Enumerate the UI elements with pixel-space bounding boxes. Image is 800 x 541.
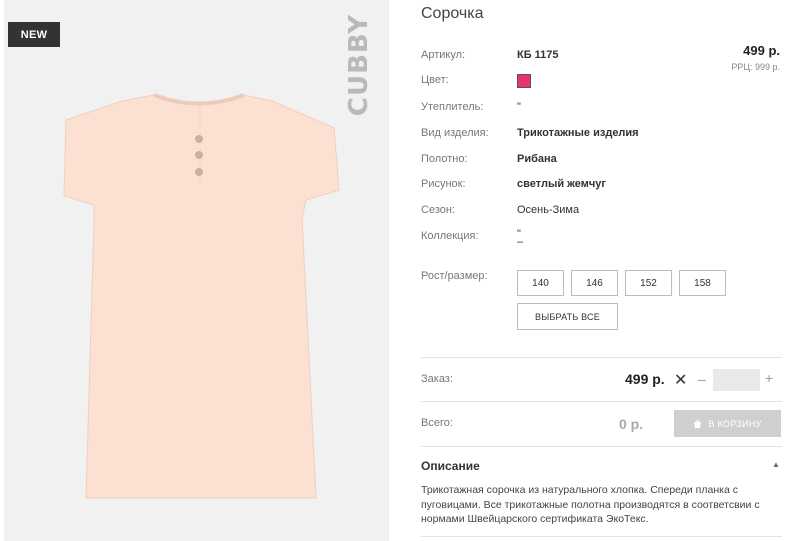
shirt-button-1 [195, 135, 203, 143]
add-to-cart-label: В КОРЗИНУ [708, 418, 762, 429]
size-option-158[interactable]: 158 [679, 270, 726, 296]
season-label: Сезон: [421, 204, 455, 216]
divider [421, 357, 782, 358]
fabric-value: Рибана [517, 153, 557, 165]
article-value: КБ 1175 [517, 49, 559, 61]
divider [421, 446, 782, 447]
product-title: Сорочка [421, 5, 484, 22]
fabric-label: Полотно: [421, 153, 468, 165]
select-all-sizes-button[interactable]: ВЫБРАТЬ ВСЕ [517, 303, 618, 330]
color-swatch[interactable] [517, 74, 531, 88]
collapse-up-icon[interactable]: ▲ [772, 460, 780, 469]
divider [421, 536, 782, 537]
color-label: Цвет: [421, 74, 449, 86]
product-photo[interactable]: NEW CUBBY [4, 0, 389, 541]
order-label: Заказ: [421, 373, 453, 385]
size-option-152[interactable]: 152 [625, 270, 672, 296]
brand-logo-text: CUBBY [344, 13, 375, 117]
product-type-value: Трикотажные изделия [517, 127, 639, 139]
size-option-140[interactable]: 140 [517, 270, 564, 296]
shirt-button-2 [195, 151, 203, 159]
order-price: 499 р. [625, 371, 665, 387]
collection-value-2: – [517, 236, 524, 248]
size-label: Рост/размер: [421, 270, 488, 282]
add-to-cart-button[interactable]: В КОРЗИНУ [674, 410, 781, 437]
decrease-quantity-button[interactable]: – [698, 371, 706, 387]
insulation-value: " [517, 101, 521, 113]
cart-icon [694, 419, 702, 428]
article-label: Артикул: [421, 49, 466, 61]
pattern-label: Рисунок: [421, 178, 466, 190]
size-option-146[interactable]: 146 [571, 270, 618, 296]
season-value: Осень-Зима [517, 204, 580, 216]
total-label: Всего: [421, 417, 453, 429]
collection-label: Коллекция: [421, 230, 479, 242]
pattern-value: светлый жемчуг [517, 178, 606, 190]
product-type-label: Вид изделия: [421, 127, 489, 139]
product-rrp: РРЦ: 999 р. [731, 62, 780, 72]
description-text: Трикотажная сорочка из натурального хлоп… [421, 484, 760, 525]
new-badge: NEW [8, 22, 60, 47]
divider [421, 401, 782, 402]
shirt-button-3 [195, 168, 203, 176]
multiply-icon: ✕ [674, 372, 688, 389]
total-value: 0 р. [619, 416, 644, 432]
nightshirt-image [63, 93, 340, 499]
quantity-input[interactable] [713, 369, 760, 391]
brand-logo: CUBBY [342, 14, 376, 116]
insulation-label: Утеплитель: [421, 101, 484, 113]
description-title[interactable]: Описание [421, 459, 480, 473]
increase-quantity-button[interactable]: + [765, 370, 773, 386]
product-price: 499 р. [743, 43, 780, 58]
